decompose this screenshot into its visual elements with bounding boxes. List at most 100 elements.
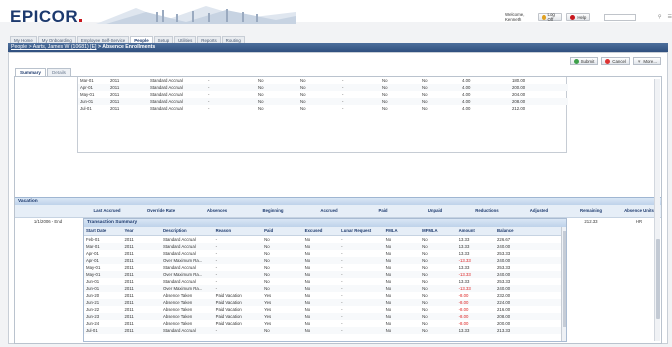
table-cell: No	[258, 106, 264, 111]
welcome-text: Welcome, Kenneth	[505, 12, 525, 22]
column-header[interactable]: Adjusted	[513, 205, 565, 218]
column-header[interactable]: Last Accrued	[81, 205, 133, 218]
table-cell: 253.33	[497, 264, 511, 270]
nav-tab[interactable]: My Onboarding	[37, 36, 76, 43]
column-header[interactable]: Unpaid	[409, 205, 461, 218]
column-header[interactable]: Lunar Request	[339, 227, 384, 236]
lock-icon	[541, 14, 546, 20]
table-cell: No	[304, 306, 311, 312]
table-cell: Yes	[262, 298, 303, 306]
epicor-logo: EPICOR	[10, 8, 83, 25]
column-header[interactable]: Paid	[262, 227, 303, 236]
column-header[interactable]: Reductions	[461, 205, 513, 218]
logoff-button[interactable]: Log Off	[537, 12, 563, 22]
subtab[interactable]: Details	[46, 68, 71, 76]
cancel-button[interactable]: Cancel	[601, 57, 630, 65]
table-cell: -	[213, 284, 263, 292]
table-cell: 2011	[110, 78, 120, 83]
table-row[interactable]: Apr-01 2011 Standard Accrual - No No - No No 13.3…	[84, 250, 566, 257]
table-cell: No	[382, 78, 388, 83]
table-cell: 240.00	[495, 284, 566, 292]
column-header[interactable]: FMLA	[383, 227, 421, 236]
table-cell: No	[420, 84, 460, 91]
nav-tab[interactable]: Routing	[221, 36, 245, 43]
table-cell: -	[341, 250, 343, 256]
table-row[interactable]: Mar-01 2011 Standard Accrual - No No - No No 13.3…	[84, 242, 566, 250]
table-cell: 2011	[108, 84, 148, 91]
column-header[interactable]: Remaining	[565, 205, 617, 218]
column-header[interactable]: Year	[122, 227, 161, 236]
table-cell: Over Maximum Ra...	[160, 270, 214, 278]
table-cell: No	[298, 84, 340, 91]
table-cell: Jun-21	[84, 298, 123, 306]
table-cell: Standard Accrual	[150, 106, 183, 111]
settings-icon[interactable]: ☰	[668, 14, 672, 20]
table-row[interactable]: Jun-24 2011 Absence Taken Paid Vacation Yes N…	[84, 320, 566, 327]
column-header[interactable]: Description	[160, 227, 214, 236]
column-header[interactable]: Paid	[357, 205, 409, 218]
table-row[interactable]: Jun-01 2011 Standard Accrual - No No - No No 13.3…	[84, 278, 566, 285]
table-row[interactable]: Jun-21 2011 Absence Taken Paid Vacation Yes N…	[84, 298, 566, 306]
main-content: Submit Cancel ▼ More... Summary Details M…	[8, 52, 668, 344]
table-row[interactable]: May-01 2011 Over Maximum Ra... - No No - No No -1…	[84, 270, 566, 278]
table-row[interactable]: May-01 2011 Standard Accrual - No No - No No 13.3…	[84, 264, 566, 271]
table-cell: 212.33	[584, 219, 598, 225]
table-cell: 2011	[124, 292, 134, 298]
table-row[interactable]: Apr-01 2011 Over Maximum Ra... - No No - No No -1…	[84, 256, 566, 264]
table-cell: 13.33	[458, 264, 470, 270]
submit-button[interactable]: Submit	[569, 57, 599, 65]
pane-scrollbar[interactable]	[654, 79, 660, 341]
column-header[interactable]: Reason	[213, 227, 263, 236]
search-input[interactable]	[604, 13, 636, 21]
table-cell: Paid Vacation	[213, 298, 263, 306]
nav-tab[interactable]: Reports	[197, 36, 221, 43]
more-button[interactable]: ▼ More...	[632, 57, 661, 65]
table-row[interactable]: Jun-20 2011 Absence Taken Paid Vacation Yes N…	[84, 292, 566, 299]
column-header[interactable]: Absences	[189, 205, 245, 218]
column-header[interactable]: Beginning	[245, 205, 301, 218]
table-cell: 2011	[110, 106, 120, 111]
table-cell: No	[422, 106, 428, 111]
column-header[interactable]: Accrued	[301, 205, 357, 218]
table-cell: -	[342, 106, 344, 111]
breadcrumb-link[interactable]: People > Aarts, James W (10681) [E]	[11, 44, 97, 50]
table-cell: No	[422, 236, 428, 242]
table-cell: No	[422, 292, 428, 298]
table-cell: No	[302, 256, 340, 264]
subtab[interactable]: Summary	[15, 68, 46, 76]
nav-tab[interactable]: Employee Self-Service	[76, 36, 130, 43]
table-row[interactable]: Jun-22 2011 Absence Taken Paid Vacation Yes N…	[84, 306, 566, 313]
table-cell: Standard Accrual	[160, 242, 214, 250]
top-grid: Mar-01 2011 Standard Accrual - No No - No No 4.00…	[77, 77, 568, 153]
transaction-scrollbar[interactable]	[561, 227, 566, 341]
table-cell: 208.00	[495, 312, 566, 320]
column-header[interactable]: Balance	[495, 227, 566, 236]
table-row[interactable]: Jun-23 2011 Absence Taken Paid Vacation Yes N…	[84, 312, 566, 320]
table-cell: 13.33	[456, 326, 496, 334]
table-cell: No	[422, 264, 428, 270]
nav-tab[interactable]: Utilities	[174, 36, 197, 43]
table-row[interactable]: Jun-01 2011 Over Maximum Ra... - No No - No No -1…	[84, 284, 566, 292]
table-cell: Standard Accrual	[148, 84, 206, 91]
table-cell: -	[206, 84, 256, 91]
table-row[interactable]: Jul-01 2011 Standard Accrual - No No - No No 13.3…	[84, 326, 566, 334]
help-button[interactable]: Help	[566, 13, 591, 21]
table-cell: 213.33	[495, 326, 566, 334]
table-row[interactable]: Feb-01 2011 Standard Accrual - No No - No No 13.3…	[84, 236, 566, 243]
table-cell: No	[383, 284, 421, 292]
column-header[interactable]: Start Date	[84, 227, 123, 236]
nav-tab[interactable]: Setup	[153, 36, 174, 43]
table-cell: No	[298, 98, 340, 105]
table-cell: -	[341, 306, 343, 312]
column-header[interactable]: MFMLA	[420, 227, 457, 236]
column-header[interactable]: Excused	[302, 227, 340, 236]
search-icon[interactable]: ⚲	[658, 14, 662, 20]
table-cell: No	[258, 78, 264, 83]
nav-tab[interactable]: My Home	[10, 36, 37, 43]
nav-tab[interactable]: People	[130, 36, 153, 43]
transaction-summary: Transaction Summary Start Date Year Descri…	[83, 218, 567, 342]
column-header[interactable]: Amount	[456, 227, 496, 236]
table-row: Apr-01 2011 Standard Accrual - No No - No No 4.00…	[78, 84, 568, 91]
table-cell: No	[264, 236, 270, 242]
column-header[interactable]: Override Rate	[133, 205, 189, 218]
